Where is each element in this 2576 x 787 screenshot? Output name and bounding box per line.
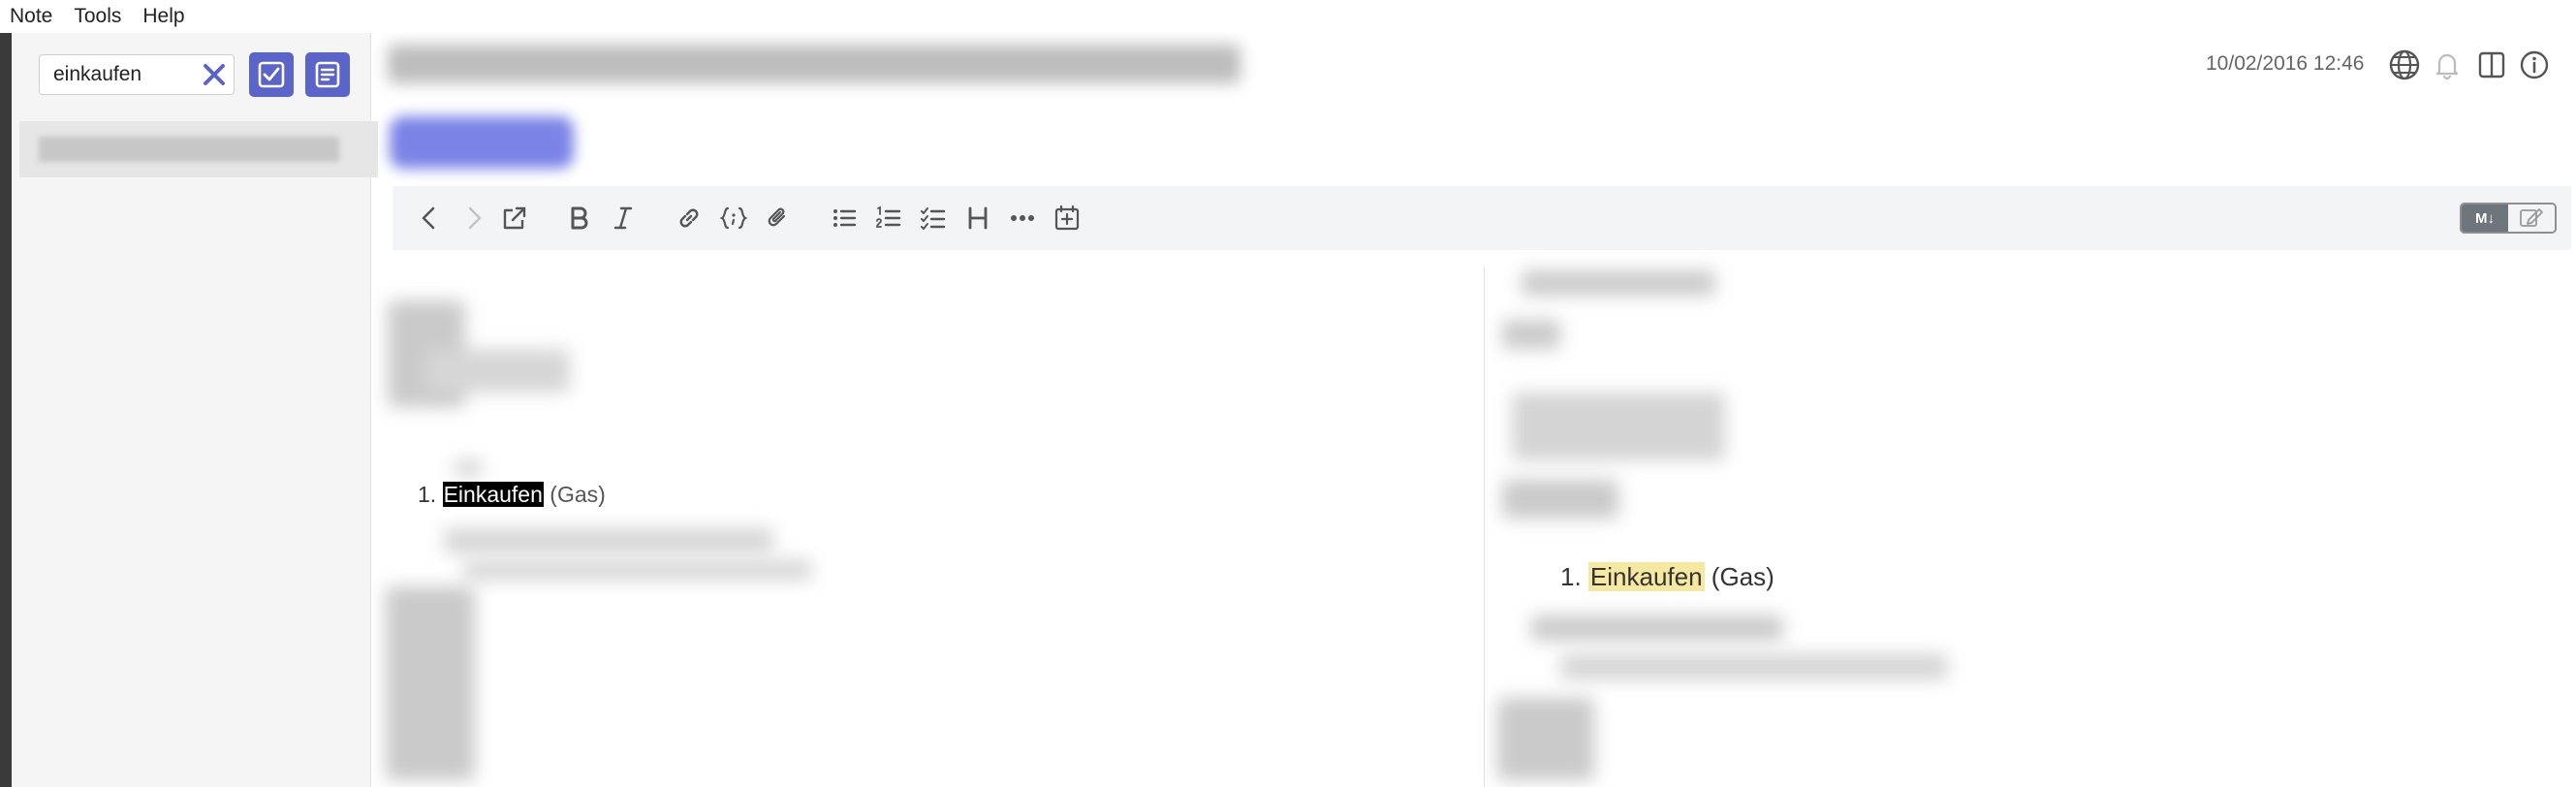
attachment-icon[interactable] [763, 203, 794, 234]
search-match: Einkaufen [1587, 562, 1705, 591]
open-external-icon[interactable] [499, 203, 530, 234]
editor-toolbar: M↓ [393, 186, 2571, 250]
list-item[interactable] [19, 121, 378, 177]
blurred-content [1502, 480, 1618, 519]
list-number: 1. [418, 482, 437, 507]
editor-match-line: 1. Einkaufen (Gas) [418, 482, 606, 508]
numbered-list-icon[interactable] [873, 203, 904, 234]
menu-note[interactable]: Note [10, 5, 52, 28]
blurred-content [444, 528, 773, 553]
blurred-content [1531, 615, 1783, 641]
list-number: 1. [1560, 562, 1582, 591]
new-note-button[interactable] [305, 52, 350, 97]
blurred-content [454, 460, 483, 476]
window-edge [0, 33, 12, 787]
more-icon[interactable] [1007, 203, 1038, 234]
match-rest: (Gas) [1704, 562, 1775, 591]
blurred-content [463, 559, 812, 581]
menu-tools[interactable]: Tools [74, 5, 121, 28]
note-icon [315, 61, 340, 88]
insert-date-icon[interactable] [1052, 203, 1083, 234]
note-header: 10/02/2016 12:46 [378, 33, 2576, 183]
heading-icon[interactable] [962, 203, 993, 234]
blurred-content [1502, 320, 1560, 349]
markdown-mode-button[interactable]: M↓ [2462, 205, 2508, 232]
search-box [39, 54, 235, 95]
blurred-content [424, 349, 570, 393]
split-view-icon[interactable] [2475, 48, 2508, 81]
code-block-icon[interactable] [718, 203, 749, 234]
checklist-icon[interactable] [918, 203, 949, 234]
menu-help[interactable]: Help [142, 5, 184, 28]
edit-icon [2520, 208, 2543, 227]
menu-bar: Note Tools Help [0, 0, 2576, 33]
blurred-content [1560, 654, 1948, 679]
bell-icon[interactable] [2431, 48, 2464, 81]
tag-blurred[interactable] [390, 116, 574, 169]
preview-match-line: 1. Einkaufen (Gas) [1560, 562, 1775, 592]
pane-divider[interactable] [1484, 267, 1485, 787]
editor-mode-toggle: M↓ [2460, 203, 2557, 234]
markdown-icon: M↓ [2475, 209, 2495, 227]
blurred-content [386, 586, 475, 780]
italic-icon[interactable] [608, 203, 639, 234]
link-icon[interactable] [674, 203, 705, 234]
checklist-button[interactable] [249, 52, 294, 97]
bullet-list-icon[interactable] [829, 203, 860, 234]
sidebar [12, 33, 378, 787]
blurred-content [1497, 698, 1594, 780]
close-icon[interactable] [201, 61, 228, 88]
forward-icon[interactable] [458, 203, 489, 234]
globe-icon[interactable] [2388, 48, 2421, 81]
search-input[interactable] [40, 55, 185, 94]
blurred-content [1512, 393, 1725, 460]
note-date: 10/02/2016 12:46 [2206, 52, 2365, 75]
markdown-editor[interactable]: 1. Einkaufen (Gas) [386, 267, 1483, 787]
info-icon[interactable] [2518, 48, 2551, 81]
checkbox-icon [258, 61, 285, 88]
wysiwyg-mode-button[interactable] [2508, 205, 2555, 232]
back-icon[interactable] [414, 203, 445, 234]
markdown-preview: 1. Einkaufen (Gas) [1492, 267, 2576, 787]
bold-icon[interactable] [563, 203, 594, 234]
blurred-content [1522, 270, 1715, 296]
match-rest: (Gas) [543, 482, 606, 507]
note-title-blurred [39, 137, 339, 162]
note-title-blurred [388, 45, 1241, 83]
search-match: Einkaufen [442, 482, 544, 507]
